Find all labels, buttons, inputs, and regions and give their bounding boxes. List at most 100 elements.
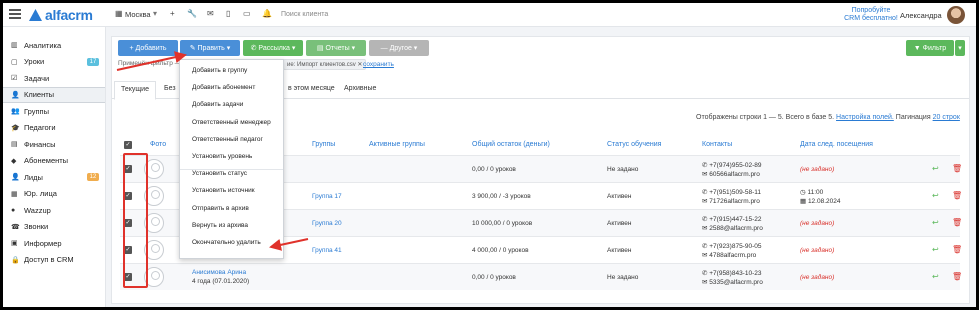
group-link[interactable]: Группа 17 bbox=[312, 193, 342, 200]
tab-current[interactable]: Текущие bbox=[114, 81, 156, 100]
user-name[interactable]: Александра bbox=[900, 11, 942, 20]
sidebar-item-calendar[interactable]: ▢ Уроки 17 bbox=[3, 54, 105, 71]
col-next-visit[interactable]: Дата след. посещения bbox=[800, 141, 873, 148]
reports-button[interactable]: ▤ Отчеты ▾ bbox=[306, 40, 366, 56]
sidebar-item-ticket[interactable]: ◆ Абонементы bbox=[3, 153, 105, 170]
trash-icon[interactable]: 🗑 bbox=[952, 218, 962, 227]
phone-text[interactable]: ✆ +7(923)875-90-05 bbox=[702, 242, 761, 250]
menu-item[interactable]: Ответственный менеджер bbox=[192, 119, 271, 126]
city-selector[interactable]: Москва bbox=[125, 10, 151, 19]
select-all-checkbox[interactable]: ✓ bbox=[124, 141, 132, 149]
reply-icon[interactable]: ↩ bbox=[932, 218, 939, 227]
wrench-icon[interactable]: 🔧 bbox=[187, 9, 197, 18]
sidebar-item-label: Группы bbox=[24, 106, 49, 116]
sidebar-item-finance[interactable]: ▤ Финансы bbox=[3, 136, 105, 153]
sidebar-item-label: Wazzup bbox=[24, 205, 51, 215]
menu-icon[interactable] bbox=[9, 9, 21, 19]
sidebar-item-graduation[interactable]: 🎓 Педагоги bbox=[3, 120, 105, 137]
client-name-link[interactable]: Анисимова Арина bbox=[192, 269, 246, 276]
menu-item[interactable]: Установить статус bbox=[192, 170, 247, 177]
email-text[interactable]: ✉ 4788alfacrm.pro bbox=[702, 251, 756, 259]
reply-icon[interactable]: ↩ bbox=[932, 191, 939, 200]
col-balance[interactable]: Общий остаток (деньги) bbox=[472, 141, 550, 148]
logo[interactable]: alfacrm bbox=[29, 7, 93, 23]
sidebar-item-label: Клиенты bbox=[24, 90, 55, 100]
balance-value: 3 900,00 / -3 уроков bbox=[472, 193, 531, 200]
sidebar-item-whatsapp[interactable]: ● Wazzup bbox=[3, 202, 105, 219]
plus-icon[interactable]: + bbox=[170, 9, 175, 18]
reply-icon[interactable]: ↩ bbox=[932, 272, 939, 281]
sidebar-item-monitor[interactable]: ▣ Информер bbox=[3, 235, 105, 252]
trash-icon[interactable]: 🗑 bbox=[952, 272, 962, 281]
avatar[interactable] bbox=[947, 6, 965, 24]
col-groups[interactable]: Группы bbox=[312, 141, 335, 148]
top-bar: alfacrm ▦ Москва ▾ + 🔧 ✉ ▯ ▭ 🔔 Поиск кли… bbox=[3, 3, 976, 27]
reply-icon[interactable]: ↩ bbox=[932, 245, 939, 254]
tab-this-month[interactable]: в этом месяце bbox=[288, 85, 335, 92]
next-visit: (не задано) bbox=[800, 220, 835, 227]
ticket-icon: ◆ bbox=[11, 157, 17, 165]
mobile-icon[interactable]: ▯ bbox=[226, 9, 230, 18]
tasks-icon: ☑ bbox=[11, 75, 18, 83]
menu-item[interactable]: Установить уровень bbox=[192, 153, 252, 160]
reply-icon[interactable]: ↩ bbox=[932, 164, 939, 173]
menu-item[interactable]: Отправить в архив bbox=[192, 205, 249, 212]
col-photo[interactable]: Фото bbox=[150, 141, 166, 148]
col-active-groups[interactable]: Активные группы bbox=[369, 141, 425, 148]
add-button[interactable]: + Добавить bbox=[118, 40, 178, 56]
phone-text[interactable]: ✆ +7(974)955-02-89 bbox=[702, 161, 761, 169]
email-text[interactable]: ✉ 5335@alfacrm.pro bbox=[702, 278, 763, 286]
bell-icon[interactable]: 🔔 bbox=[262, 9, 272, 18]
envelope-icon[interactable]: ✉ bbox=[207, 9, 214, 18]
table-row[interactable]: ✓ Анисимова Арина 4 года (07.01.2020) 0,00 … bbox=[120, 263, 962, 290]
save-filter-link[interactable]: сохранить bbox=[363, 61, 394, 68]
mailing-button[interactable]: ✆ Рассылка ▾ bbox=[243, 40, 303, 56]
next-visit: (не задано) bbox=[800, 274, 835, 281]
edit-button[interactable]: ✎ Править ▾ bbox=[180, 40, 240, 56]
filter-button[interactable]: ▼ Фильтр bbox=[906, 40, 954, 56]
try-crm-link[interactable]: Попробуйте CRM бесплатно! bbox=[841, 7, 901, 23]
sidebar-item-user[interactable]: 👤 Клиенты bbox=[3, 86, 105, 103]
trash-icon[interactable]: 🗑 bbox=[952, 191, 962, 200]
study-status: Не задано bbox=[607, 166, 639, 173]
other-button[interactable]: — Другое ▾ bbox=[369, 40, 429, 56]
tab-without[interactable]: Без bbox=[164, 85, 176, 92]
phone-text[interactable]: ✆ +7(951)509-58-11 bbox=[702, 188, 761, 196]
filter-dropdown-button[interactable]: ▾ bbox=[955, 40, 965, 56]
email-text[interactable]: ✉ 71726alfacrm.pro bbox=[702, 197, 760, 205]
col-status[interactable]: Статус обучения bbox=[607, 141, 661, 148]
group-link[interactable]: Группа 41 bbox=[312, 247, 342, 254]
sidebar-item-label: Звонки bbox=[24, 222, 49, 232]
chevron-down-icon[interactable]: ▾ bbox=[153, 9, 157, 18]
email-text[interactable]: ✉ 2588@alfacrm.pro bbox=[702, 224, 763, 232]
sidebar-item-phone[interactable]: ☎ Звонки bbox=[3, 219, 105, 236]
phone-text[interactable]: ✆ +7(915)447-15-22 bbox=[702, 215, 761, 223]
per-page-link[interactable]: 20 строк bbox=[933, 114, 960, 121]
menu-item[interactable]: Добавить в группу bbox=[192, 67, 247, 74]
tab-archived[interactable]: Архивные bbox=[344, 85, 376, 92]
menu-item[interactable]: Ответственный педагог bbox=[192, 136, 263, 143]
client-search-input[interactable]: Поиск клиента bbox=[281, 11, 328, 18]
menu-item[interactable]: Добавить абонемент bbox=[192, 84, 255, 91]
sidebar-item-lock[interactable]: 🔒 Доступ в CRM bbox=[3, 252, 105, 269]
sidebar-item-users[interactable]: 👥 Группы bbox=[3, 103, 105, 120]
email-text[interactable]: ✉ 60566alfacrm.pro bbox=[702, 170, 760, 178]
menu-item[interactable]: Окончательно удалить bbox=[192, 239, 261, 246]
sidebar-item-tasks[interactable]: ☑ Задачи bbox=[3, 70, 105, 87]
trash-icon[interactable]: 🗑 bbox=[952, 245, 962, 254]
menu-item[interactable]: Добавить задачи bbox=[192, 101, 243, 108]
menu-item[interactable]: Установить источник bbox=[192, 187, 255, 194]
col-contacts[interactable]: Контакты bbox=[702, 141, 732, 148]
filter-chip[interactable]: ие: Импорт клиентов.csv ✕ bbox=[283, 59, 367, 70]
field-settings-link[interactable]: Настройка полей. bbox=[836, 114, 894, 121]
group-link[interactable]: Группа 20 bbox=[312, 220, 342, 227]
sidebar-item-label: Доступ в CRM bbox=[24, 255, 74, 265]
sidebar-item-building[interactable]: ▦ Юр. лица bbox=[3, 186, 105, 203]
phone-text[interactable]: ✆ +7(958)843-10-23 bbox=[702, 269, 761, 277]
menu-item[interactable]: Вернуть из архива bbox=[192, 222, 248, 229]
chat-icon[interactable]: ▭ bbox=[243, 9, 251, 18]
sidebar-item-lead[interactable]: 👤 Лиды 12 bbox=[3, 169, 105, 186]
applied-filter-label: Применён фильтр — bbox=[118, 60, 182, 67]
sidebar-item-chart[interactable]: ▥ Аналитика bbox=[3, 37, 105, 54]
trash-icon[interactable]: 🗑 bbox=[952, 164, 962, 173]
